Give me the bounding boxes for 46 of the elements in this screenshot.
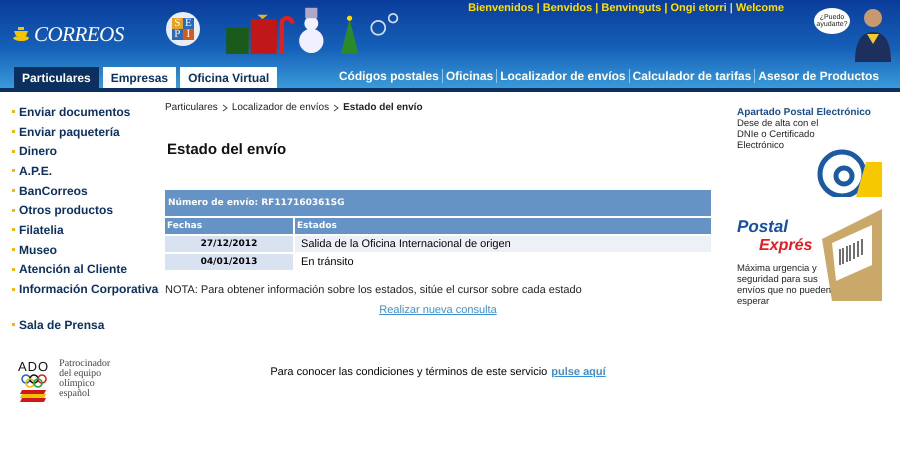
sidebar-link[interactable]: Museo [12, 240, 165, 260]
sidebar-link[interactable]: Otros productos [12, 200, 165, 220]
page-title: Estado del envío [167, 141, 288, 158]
sidebar-link[interactable]: Enviar paquetería [12, 122, 165, 142]
chevron-icon [333, 104, 340, 112]
date-cell: 04/01/2013 [165, 254, 293, 270]
postal-expres-ad-banner[interactable]: Postal Exprés Máxima urgencia y seguridad para sus envíos que no pueden esperar [737, 209, 882, 304]
sidebar-link[interactable]: Información Corporativa [12, 279, 165, 299]
column-header: Fechas [165, 218, 293, 234]
nav-tab[interactable]: Oficina Virtual [180, 67, 278, 88]
status-cell: Salida de la Oficina Internacional de origen [293, 236, 711, 252]
nav-tab[interactable]: Particulares [14, 67, 99, 88]
terms-text: Para conocer las condiciones y términos de este servicio [270, 366, 548, 378]
ad-text: Dese de alta con el DNIe o Certificado Electrónico [737, 118, 820, 151]
tracking-number-header: Número de envío: RF117160361SG [165, 190, 711, 216]
breadcrumb-item[interactable]: Localizador de envíos [232, 102, 330, 113]
sidebar-link[interactable]: A.P.E. [12, 161, 165, 181]
sidebar-link[interactable]: BanCorreos [12, 180, 165, 200]
nav-link[interactable]: Oficinas [442, 69, 496, 83]
ad-title: Apartado Postal Electrónico [737, 107, 872, 118]
ad-subtitle: Exprés [759, 237, 814, 255]
correos-logo: CORREOS [34, 22, 124, 47]
sidebar-link[interactable]: Dinero [12, 141, 165, 162]
note-text: NOTA: Para obtener información sobre los estados, sitúe el cursor sobre cada estado [165, 284, 583, 296]
olympic-rings-flag-icon [20, 374, 48, 404]
column-header: Estados [293, 218, 711, 234]
nav-link[interactable]: Asesor de Productos [754, 69, 882, 83]
nav-link[interactable]: Localizador de envíos [496, 69, 629, 83]
sponsor-text: Patrocinador del equipo olímpico español [59, 358, 112, 401]
sidebar-link[interactable]: Sala de Prensa [12, 314, 165, 335]
ad-title: Postal [737, 217, 790, 237]
email-ad-banner[interactable]: Apartado Postal Electrónico Dese de alta con el DNIe o Certificado Electrónico [737, 102, 882, 197]
date-cell: 27/12/2012 [165, 236, 293, 252]
welcome-languages: Bienvenidos | Benvidos | Benvinguts | Ongi etorri | Welcome [468, 2, 784, 14]
sepi-logo: S E P I [166, 12, 200, 46]
breadcrumb-item[interactable]: Particulares [165, 102, 218, 113]
breadcrumb-item: Estado del envío [343, 102, 423, 113]
ado-logo: ADO [18, 358, 50, 374]
sidebar-link[interactable]: Filatelia [12, 220, 165, 240]
sidebar-link[interactable]: Atención al Cliente [12, 260, 165, 280]
ad-text: Máxima urgencia y seguridad para sus envíos que no pueden esperar [737, 263, 832, 307]
nav-tab[interactable]: Empresas [102, 67, 176, 88]
sidebar-link[interactable]: Enviar documentos [12, 102, 165, 122]
chevron-icon [222, 104, 228, 112]
nav-link[interactable]: Calculador de tarifas [628, 69, 754, 83]
nav-link[interactable]: Códigos postales [336, 69, 442, 83]
